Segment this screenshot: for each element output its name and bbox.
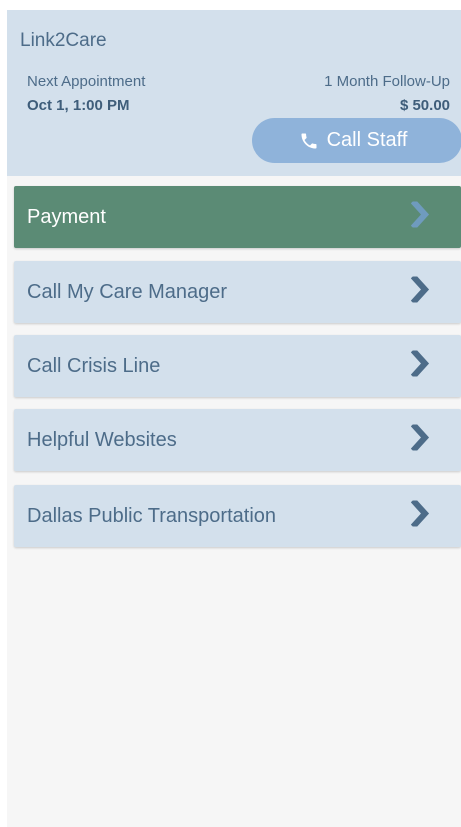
chevron-right-icon bbox=[410, 348, 433, 382]
menu-item-label: Call Crisis Line bbox=[27, 354, 161, 377]
next-appointment-time: Oct 1, 1:00 PM bbox=[27, 97, 130, 114]
phone-icon bbox=[299, 131, 319, 151]
menu-item-public-transportation[interactable]: Dallas Public Transportation bbox=[14, 485, 461, 547]
menu-item-label: Payment bbox=[27, 205, 106, 228]
appointment-type: 1 Month Follow-Up bbox=[324, 73, 450, 90]
appointment-price: $ 50.00 bbox=[399, 97, 450, 114]
menu-item-label: Dallas Public Transportation bbox=[27, 504, 277, 527]
menu-item-helpful-websites[interactable]: Helpful Websites bbox=[14, 409, 461, 471]
chevron-right-icon bbox=[410, 422, 433, 456]
app-frame: Link2Care Next Appointment Oct 1, 1:00 P… bbox=[7, 10, 461, 827]
chevron-right-icon bbox=[410, 199, 433, 233]
menu-item-care-manager[interactable]: Call My Care Manager bbox=[14, 261, 461, 323]
menu-item-payment[interactable]: Payment bbox=[14, 186, 461, 248]
next-appointment-label: Next Appointment bbox=[27, 73, 146, 90]
call-staff-button[interactable]: Call Staff bbox=[252, 118, 461, 163]
chevron-right-icon bbox=[410, 274, 433, 308]
app-title: Link2Care bbox=[20, 30, 107, 51]
appointment-header: Link2Care Next Appointment Oct 1, 1:00 P… bbox=[7, 10, 461, 176]
chevron-right-icon bbox=[410, 498, 433, 532]
menu-item-crisis-line[interactable]: Call Crisis Line bbox=[14, 335, 461, 397]
menu-item-label: Call My Care Manager bbox=[27, 280, 228, 303]
call-staff-label: Call Staff bbox=[326, 129, 408, 151]
menu-item-label: Helpful Websites bbox=[27, 428, 177, 451]
